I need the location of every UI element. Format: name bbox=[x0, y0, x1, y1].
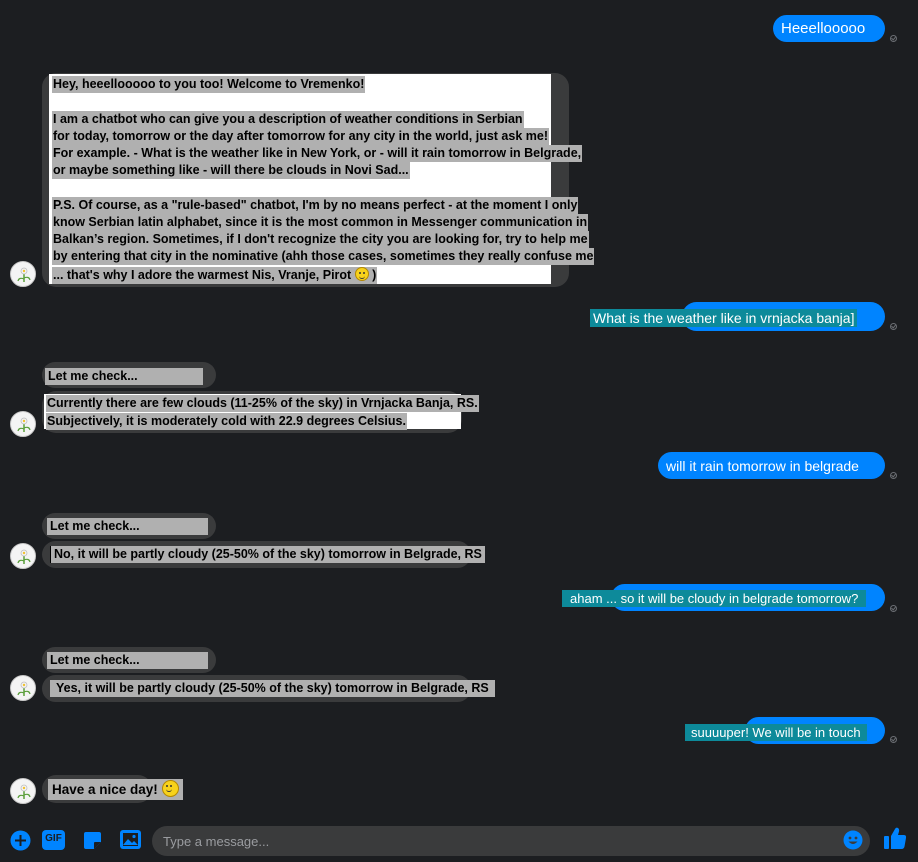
gif-label: GIF bbox=[45, 833, 62, 844]
seen-icon bbox=[890, 35, 897, 42]
thumbs-up-icon[interactable] bbox=[883, 826, 907, 850]
flower-icon bbox=[17, 417, 31, 432]
plus-icon[interactable] bbox=[10, 830, 31, 851]
seen-icon bbox=[890, 472, 897, 479]
message-line: For example. - What is the weather like … bbox=[52, 145, 583, 162]
seen-icon bbox=[890, 323, 897, 330]
message-text: suuuuper! We will be in touch bbox=[685, 724, 867, 741]
seen-icon bbox=[890, 736, 897, 743]
smiley-emoji-icon bbox=[354, 267, 369, 281]
message-line: know Serbian latin alphabet, since it is… bbox=[52, 214, 589, 231]
bot-avatar[interactable] bbox=[10, 261, 36, 287]
smiley-emoji-icon bbox=[161, 780, 179, 797]
bot-avatar[interactable] bbox=[10, 675, 36, 701]
message-line: Currently there are few clouds (11-25% o… bbox=[46, 395, 479, 412]
flower-icon bbox=[17, 267, 31, 282]
message-line: ... that's why I adore the warmest Nis, … bbox=[52, 267, 378, 284]
message-line: or maybe something like - will there be … bbox=[52, 162, 410, 179]
message-line: for today, tomorrow or the day after tom… bbox=[52, 128, 549, 145]
message-text: Let me check... bbox=[47, 518, 208, 535]
image-icon[interactable] bbox=[120, 830, 141, 849]
message-line: I am a chatbot who can give you a descri… bbox=[52, 111, 524, 128]
message-text: Heeellooooo bbox=[781, 20, 866, 37]
message-text: Let me check... bbox=[47, 652, 208, 669]
message-line: Subjectively, it is moderately cold with… bbox=[46, 413, 407, 430]
message-line: Hey, heeellooooo to you too! Welcome to … bbox=[52, 76, 366, 93]
flower-icon bbox=[17, 549, 31, 564]
message-text: No, it will be partly cloudy (25-50% of … bbox=[50, 546, 485, 563]
message-line-text: ) bbox=[372, 268, 377, 282]
message-line-text: Have a nice day! bbox=[52, 782, 158, 797]
message-text: Yes, it will be partly cloudy (25-50% of… bbox=[50, 680, 495, 697]
bot-avatar[interactable] bbox=[10, 543, 36, 569]
message-line: by entering that city in the nominative … bbox=[52, 248, 595, 265]
message-input[interactable] bbox=[152, 826, 870, 856]
message-text: Let me check... bbox=[45, 368, 203, 385]
message-line: Balkan’s region. Sometimes, if I don't r… bbox=[52, 231, 589, 248]
sticker-icon[interactable] bbox=[82, 830, 103, 851]
message-line-text: ... that's why I adore the warmest Nis, … bbox=[53, 268, 352, 282]
message-text: What is the weather like in vrnjacka ban… bbox=[590, 309, 858, 327]
message-text: will it rain tomorrow in belgrade bbox=[666, 458, 859, 474]
message-line: P.S. Of course, as a "rule-based" chatbo… bbox=[52, 197, 579, 214]
seen-icon bbox=[890, 605, 897, 612]
message-text: aham ... so it will be cloudy in belgrad… bbox=[562, 590, 867, 607]
bot-avatar[interactable] bbox=[10, 778, 36, 804]
message-text: Have a nice day! bbox=[48, 779, 183, 800]
emoji-icon[interactable] bbox=[843, 830, 863, 850]
gif-icon[interactable]: GIF bbox=[42, 830, 65, 850]
flower-icon bbox=[17, 681, 31, 696]
bot-avatar[interactable] bbox=[10, 411, 36, 437]
outgoing-message[interactable]: Heeellooooo bbox=[773, 15, 885, 42]
flower-icon bbox=[17, 784, 31, 799]
